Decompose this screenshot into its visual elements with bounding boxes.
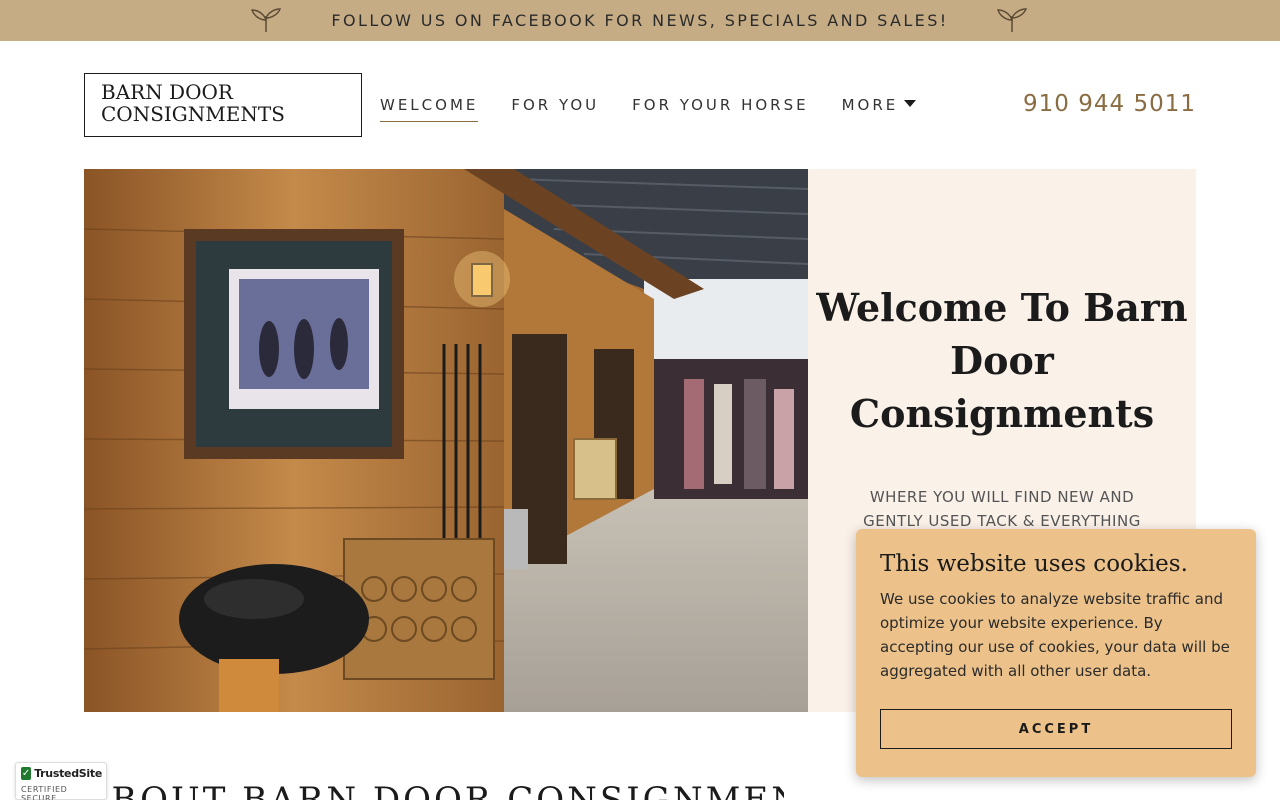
- nav-item-more[interactable]: MORE: [842, 96, 917, 122]
- caret-down-icon: [904, 100, 917, 107]
- logo-line-2: CONSIGNMENTS: [101, 102, 285, 126]
- nav-label: FOR YOU: [511, 96, 600, 114]
- hero-image: [84, 169, 808, 712]
- cookie-text: We use cookies to analyze website traffi…: [880, 590, 1230, 680]
- leaf-sprig-icon: [997, 8, 1028, 32]
- trust-row: ✓ TrustedSite: [21, 767, 102, 780]
- leaf-sprig-icon: [251, 8, 282, 32]
- nav-label: MORE: [841, 96, 899, 114]
- trust-name: TrustedSite: [34, 767, 102, 780]
- nav-item-welcome[interactable]: WELCOME: [380, 96, 479, 122]
- cookie-consent-dialog: This website uses cookies. We use cookie…: [856, 529, 1256, 777]
- section-heading-text: ABOUT BARN DOOR CONSIGNMENTS: [84, 786, 784, 800]
- accept-cookies-button[interactable]: ACCEPT: [880, 709, 1232, 749]
- phone-link[interactable]: 910 944 5011: [1023, 91, 1196, 117]
- store-interior-illustration: [84, 169, 808, 712]
- hero-title: Welcome To Barn Door Consignments: [816, 285, 1188, 436]
- checkmark-icon: ✓: [21, 767, 32, 780]
- nav-item-for-you[interactable]: FOR YOU: [511, 96, 599, 122]
- main-nav: WELCOME FOR YOU FOR YOUR HORSE MORE: [380, 96, 949, 122]
- nav-label: WELCOME: [380, 96, 479, 114]
- site-logo[interactable]: BARN DOOR CONSIGNMENTS: [84, 73, 362, 137]
- section-heading-about: ABOUT BARN DOOR CONSIGNMENTS: [84, 786, 784, 800]
- logo-line-1: BARN DOOR: [101, 80, 233, 104]
- trustedsite-badge[interactable]: ✓ TrustedSite CERTIFIED SECURE: [15, 762, 107, 800]
- nav-item-for-your-horse[interactable]: FOR YOUR HORSE: [632, 96, 808, 122]
- nav-label: FOR YOUR HORSE: [632, 96, 809, 114]
- promo-text[interactable]: FOLLOW US ON FACEBOOK FOR NEWS, SPECIALS…: [331, 11, 948, 30]
- trust-subtitle: CERTIFIED SECURE: [21, 785, 68, 800]
- cookie-title: This website uses cookies.: [880, 551, 1188, 577]
- promo-banner[interactable]: FOLLOW US ON FACEBOOK FOR NEWS, SPECIALS…: [0, 0, 1280, 41]
- hero-subtitle: WHERE YOU WILL FIND NEW AND GENTLY USED …: [863, 488, 1141, 530]
